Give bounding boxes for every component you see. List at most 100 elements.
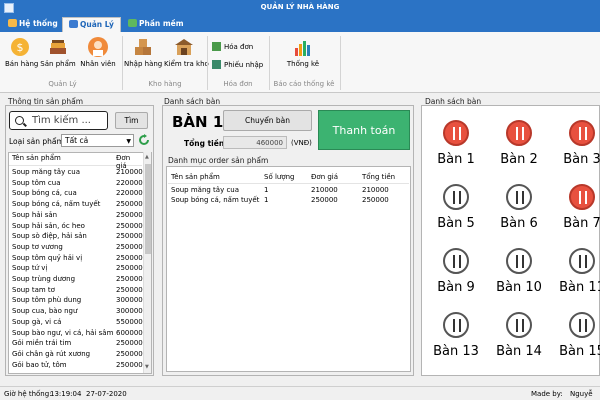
product-row[interactable]: Soup tam tơ 250000 bbox=[9, 285, 143, 295]
fork-shape bbox=[453, 255, 455, 268]
fork-shape bbox=[453, 319, 455, 332]
tab-he-thong[interactable]: Hệ thống bbox=[2, 17, 64, 32]
product-name: Gỏi bao tử, tôm bbox=[12, 360, 67, 369]
nhan-vien-button[interactable]: Nhân viên bbox=[80, 36, 116, 68]
ribbon-tabbar: Hệ thống Quản Lý Phần mềm bbox=[0, 16, 600, 32]
order-item-name: Soup bóng cá, nấm tuyết bbox=[171, 196, 260, 204]
employee-icon bbox=[87, 36, 109, 58]
money-icon: $ bbox=[9, 36, 31, 58]
fork-shape bbox=[579, 127, 581, 140]
group-hoa-don-label: Hóa đơn bbox=[223, 80, 253, 88]
fork-knife-icon bbox=[506, 248, 532, 274]
search-button[interactable]: Tìm bbox=[115, 112, 148, 129]
table-card[interactable]: Bàn 5 bbox=[426, 184, 486, 248]
product-price: 250000 bbox=[116, 232, 143, 241]
order-row[interactable]: Soup măng tây cua 1 210000 210000 bbox=[168, 185, 409, 195]
product-row[interactable]: Soup tôm cua 220000 bbox=[9, 178, 143, 188]
product-row[interactable]: Gỏi chân gà rút xương 250000 bbox=[9, 349, 143, 359]
product-row[interactable]: Soup cua, bào ngư 300000 bbox=[9, 306, 143, 316]
table-card[interactable]: Bàn 9 bbox=[426, 248, 486, 312]
order-item-qty: 1 bbox=[264, 196, 269, 204]
product-price: 300000 bbox=[116, 296, 143, 305]
table-label: Bàn 3 bbox=[563, 152, 600, 167]
fork-knife-icon bbox=[506, 184, 532, 210]
ribbon: $ Bán hàng Sản phẩm Nhân viên Quản Lý Nh… bbox=[0, 32, 600, 93]
product-row[interactable]: Soup bóng cá, cua 220000 bbox=[9, 188, 143, 198]
tab-phan-mem[interactable]: Phần mềm bbox=[122, 17, 190, 32]
fork-knife-icon bbox=[506, 120, 532, 146]
food-icon bbox=[47, 36, 69, 58]
product-row[interactable]: Soup bóng cá, nấm tuyết 250000 bbox=[9, 199, 143, 209]
san-pham-button[interactable]: Sản phẩm bbox=[40, 36, 76, 68]
time-value: 13:19:04 bbox=[50, 390, 82, 398]
window-title: QUẢN LÝ NHÀ HÀNG bbox=[260, 3, 340, 11]
table-card[interactable]: Bàn 2 bbox=[489, 120, 549, 184]
fork-shape bbox=[516, 255, 518, 268]
move-table-button[interactable]: Chuyển bàn bbox=[223, 110, 312, 131]
thong-ke-button[interactable]: Thống kê bbox=[285, 36, 321, 68]
product-row[interactable]: Soup trùng dương 250000 bbox=[9, 274, 143, 284]
total-value: 460000 bbox=[223, 136, 287, 149]
product-row[interactable]: Soup tôm phù dung 300000 bbox=[9, 295, 143, 305]
product-row[interactable]: Soup hải sản, óc heo 250000 bbox=[9, 221, 143, 231]
category-select[interactable]: Tất cả ▼ bbox=[61, 134, 134, 147]
table-card[interactable]: Bàn 3 bbox=[552, 120, 600, 184]
hoa-don-button[interactable]: Hóa đơn bbox=[212, 42, 253, 51]
search-input[interactable]: Tìm kiếm ... bbox=[9, 111, 108, 130]
product-row[interactable]: Gỏi bao tử, tôm 250000 bbox=[9, 360, 143, 370]
product-price: 250000 bbox=[116, 253, 143, 262]
status-bar: Giờ hệ thống: 13:19:04 27-07-2020 Made b… bbox=[0, 386, 600, 400]
order-row[interactable]: Soup bóng cá, nấm tuyết 1 250000 250000 bbox=[168, 195, 409, 205]
made-by-value: Nguyễ bbox=[570, 390, 593, 398]
boxes-icon bbox=[132, 36, 154, 58]
fork-shape bbox=[579, 191, 581, 204]
table-card[interactable]: Bàn 11 bbox=[552, 248, 600, 312]
chevron-down-icon: ▼ bbox=[126, 138, 131, 145]
currency-label: (VNĐ) bbox=[291, 139, 312, 147]
table-card[interactable]: Bàn 14 bbox=[489, 312, 549, 375]
order-list-header: Tên sản phẩm Số lượng Đơn giá Tổng tiền bbox=[168, 172, 409, 184]
tab-quan-ly[interactable]: Quản Lý bbox=[62, 17, 121, 32]
product-name: Soup tứ vị bbox=[12, 264, 48, 273]
product-row[interactable]: Soup tôm quỷ hải vị 250000 bbox=[9, 253, 143, 263]
product-row[interactable]: Soup hải sản 250000 bbox=[9, 210, 143, 220]
table-card[interactable]: Bàn 15 bbox=[552, 312, 600, 375]
table-label: Bàn 15 bbox=[559, 344, 600, 359]
table-card[interactable]: Bàn 7 bbox=[552, 184, 600, 248]
table-label: Bàn 2 bbox=[500, 152, 538, 167]
table-card[interactable]: Bàn 1 bbox=[426, 120, 486, 184]
knife-shape bbox=[459, 127, 461, 140]
table-card[interactable]: Bàn 6 bbox=[489, 184, 549, 248]
product-row[interactable]: Soup bào ngư, vi cá, hải sâm 600000 bbox=[9, 328, 143, 338]
product-name: Soup tam tơ bbox=[12, 285, 55, 294]
fork-shape bbox=[453, 127, 455, 140]
product-row[interactable]: Soup sò điệp, hải sản 250000 bbox=[9, 231, 143, 241]
nhap-hang-button[interactable]: Nhập hàng bbox=[124, 36, 162, 68]
product-name: Soup gà, vi cá bbox=[12, 317, 62, 326]
product-row[interactable]: Soup gà, vi cá 550000 bbox=[9, 317, 143, 327]
warehouse-icon bbox=[173, 36, 195, 58]
product-row[interactable]: Soup măng tây cua 210000 bbox=[9, 167, 143, 177]
group-quan-ly-label: Quản Lý bbox=[48, 80, 77, 88]
product-row[interactable]: Soup tứ vị 250000 bbox=[9, 263, 143, 273]
scrollbar-thumb[interactable] bbox=[145, 164, 151, 254]
pay-button[interactable]: Thanh toán bbox=[318, 110, 410, 150]
refresh-icon[interactable] bbox=[138, 134, 150, 146]
table-card[interactable]: Bàn 10 bbox=[489, 248, 549, 312]
product-price: 250000 bbox=[116, 285, 143, 294]
product-name: Soup tôm cua bbox=[12, 178, 61, 187]
product-row[interactable]: Soup tơ vương 250000 bbox=[9, 242, 143, 252]
product-name: Soup măng tây cua bbox=[12, 168, 81, 176]
product-row[interactable]: Gỏi miền trái tim 250000 bbox=[9, 338, 143, 348]
total-label: Tổng tiền: bbox=[184, 139, 228, 148]
table-card[interactable]: Bàn 13 bbox=[426, 312, 486, 375]
kiem-tra-kho-button[interactable]: Kiểm tra kho bbox=[164, 36, 209, 68]
product-price: 250000 bbox=[116, 349, 143, 358]
fork-knife-icon bbox=[443, 248, 469, 274]
group-kho-hang-label: Kho hàng bbox=[148, 80, 182, 88]
product-price: 250000 bbox=[116, 360, 143, 369]
knife-shape bbox=[585, 255, 587, 268]
phieu-nhap-button[interactable]: Phiếu nhập bbox=[212, 60, 263, 69]
ban-hang-button[interactable]: $ Bán hàng bbox=[5, 36, 38, 68]
product-list-scrollbar[interactable]: ▲ ▼ bbox=[143, 152, 151, 373]
